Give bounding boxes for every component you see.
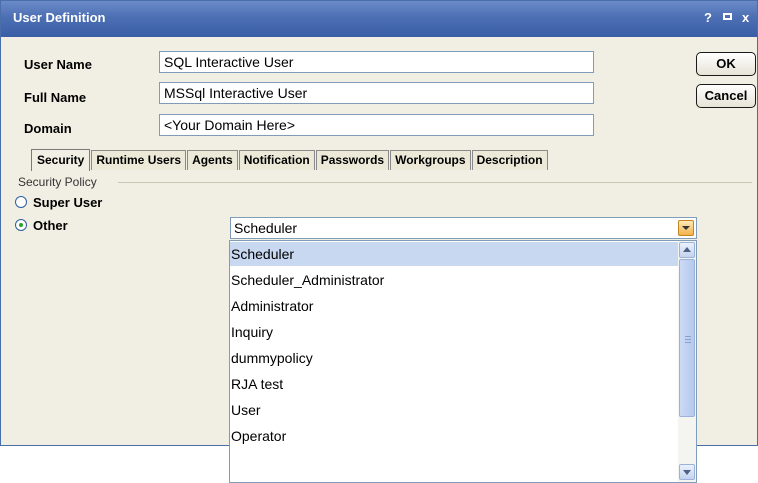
tab-security[interactable]: Security [31,149,91,171]
chevron-down-icon [683,470,691,475]
super-user-radio[interactable] [15,196,27,208]
policy-option-administrator[interactable]: Administrator [230,294,679,318]
scroll-thumb[interactable] [679,259,695,417]
domain-field[interactable]: <Your Domain Here> [159,114,594,136]
ok-button[interactable]: OK [696,52,756,76]
tab-description[interactable]: Description [471,150,548,170]
help-icon[interactable]: ? [704,10,712,25]
user-name-field[interactable]: SQL Interactive User [159,51,594,73]
grip-line [685,336,691,337]
security-policy-combo[interactable]: Scheduler [230,217,697,239]
policy-option-user[interactable]: User [230,398,679,422]
cancel-button[interactable]: Cancel [696,84,756,108]
tab-passwords[interactable]: Passwords [315,150,390,170]
chevron-up-icon [683,247,691,252]
scroll-up-button[interactable] [679,242,695,258]
user-name-label: User Name [24,57,92,72]
window-title: User Definition [13,10,106,25]
full-name-field[interactable]: MSSql Interactive User [159,82,594,104]
policy-option-dummypolicy[interactable]: dummypolicy [230,346,679,370]
policy-option-scheduler-administrator[interactable]: Scheduler_Administrator [230,268,679,292]
tab-runtime-users[interactable]: Runtime Users [91,150,187,170]
dialog-content: User Name SQL Interactive User Full Name… [2,37,756,483]
policy-listbox[interactable]: Scheduler Scheduler_Administrator Admini… [229,240,697,483]
combo-dropdown-button[interactable] [678,220,694,236]
tab-notification[interactable]: Notification [238,150,315,170]
chevron-down-icon [682,226,690,230]
grip-line [685,339,691,340]
close-icon[interactable]: x [742,10,749,25]
security-policy-label: Security Policy [18,175,97,189]
tab-workgroups[interactable]: Workgroups [390,150,471,170]
policy-option-scheduler[interactable]: Scheduler [230,242,679,266]
domain-label: Domain [24,121,72,136]
policy-option-rja-test[interactable]: RJA test [230,372,679,396]
full-name-label: Full Name [24,90,87,105]
maximize-icon[interactable] [723,13,732,20]
group-divider [118,182,752,183]
super-user-label: Super User [33,195,103,210]
title-bar[interactable]: User Definition ? x [1,1,757,37]
other-radio[interactable] [15,219,27,231]
policy-option-operator[interactable]: Operator [230,424,679,448]
other-label: Other [33,218,68,233]
tab-agents[interactable]: Agents [187,150,238,170]
scroll-down-button[interactable] [679,464,695,480]
policy-option-inquiry[interactable]: Inquiry [230,320,679,344]
radio-selected-dot [19,223,23,227]
grip-line [685,342,691,343]
tab-strip: Security Runtime Users Agents Notificati… [31,149,549,171]
combo-selected-value: Scheduler [234,220,298,236]
user-definition-window: User Definition ? x User Name SQL Intera… [0,0,758,483]
